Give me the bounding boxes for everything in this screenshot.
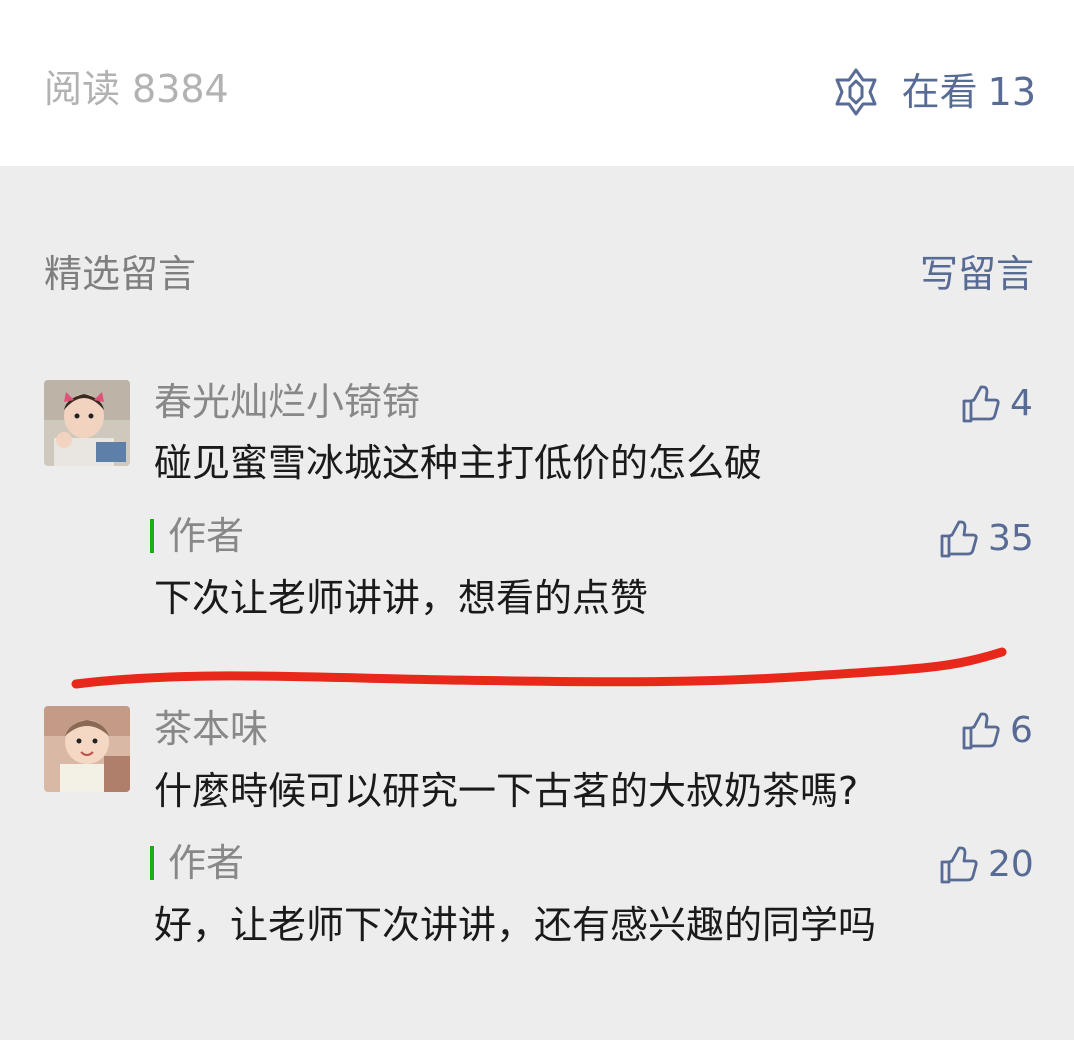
reply-like-button[interactable]: 20 [938, 842, 1034, 888]
read-count-value: 8384 [132, 67, 229, 111]
like-count: 4 [1010, 383, 1033, 424]
read-count: 阅读 8384 [44, 66, 229, 112]
write-comment-button[interactable]: 写留言 [920, 246, 1034, 302]
avatar-image [44, 706, 130, 792]
comment-text: 碰见蜜雪冰城这种主打低价的怎么破 [154, 441, 763, 485]
author-label: 作者 [168, 514, 245, 558]
thumb-up-icon [962, 712, 1000, 750]
wow-star-icon [835, 68, 877, 116]
like-button[interactable]: 4 [960, 381, 1033, 427]
author-indicator-bar [150, 846, 154, 880]
author-label: 作者 [168, 841, 245, 885]
reply-like-button[interactable]: 35 [938, 516, 1034, 562]
avatar [44, 380, 130, 466]
comment-nickname: 茶本味 [154, 707, 269, 751]
avatar-image [44, 380, 130, 466]
author-reply-tag: 作者 [150, 840, 244, 886]
reply-text: 下次让老师讲讲，想看的点赞 [154, 576, 649, 620]
reply-text: 好，让老师下次讲讲，还有感兴趣的同学吗 [154, 903, 877, 947]
reply-like-count: 35 [988, 518, 1034, 559]
article-stats-bar: 阅读 8384 在看 13 [0, 0, 1074, 166]
comment-text: 什麼時候可以研究一下古茗的大叔奶茶嗎? [154, 769, 859, 813]
watching-button[interactable]: 在看 13 [830, 66, 1036, 118]
author-indicator-bar [150, 519, 154, 553]
avatar [44, 706, 130, 792]
comment-nickname: 春光灿烂小锜锜 [154, 380, 421, 424]
thumb-up-icon [940, 520, 978, 558]
comments-header: 精选留言 写留言 [0, 246, 1074, 302]
section-title: 精选留言 [44, 252, 197, 296]
thumb-up-icon [962, 385, 1000, 423]
author-reply-tag: 作者 [150, 513, 244, 559]
watching-count: 13 [987, 70, 1036, 114]
watching-label: 在看 [901, 70, 978, 114]
thumb-up-icon [940, 846, 978, 884]
like-count: 6 [1010, 710, 1033, 751]
reply-like-count: 20 [988, 844, 1034, 885]
read-label: 阅读 [44, 67, 121, 111]
red-underline-annotation [71, 647, 1007, 689]
like-button[interactable]: 6 [960, 708, 1033, 754]
